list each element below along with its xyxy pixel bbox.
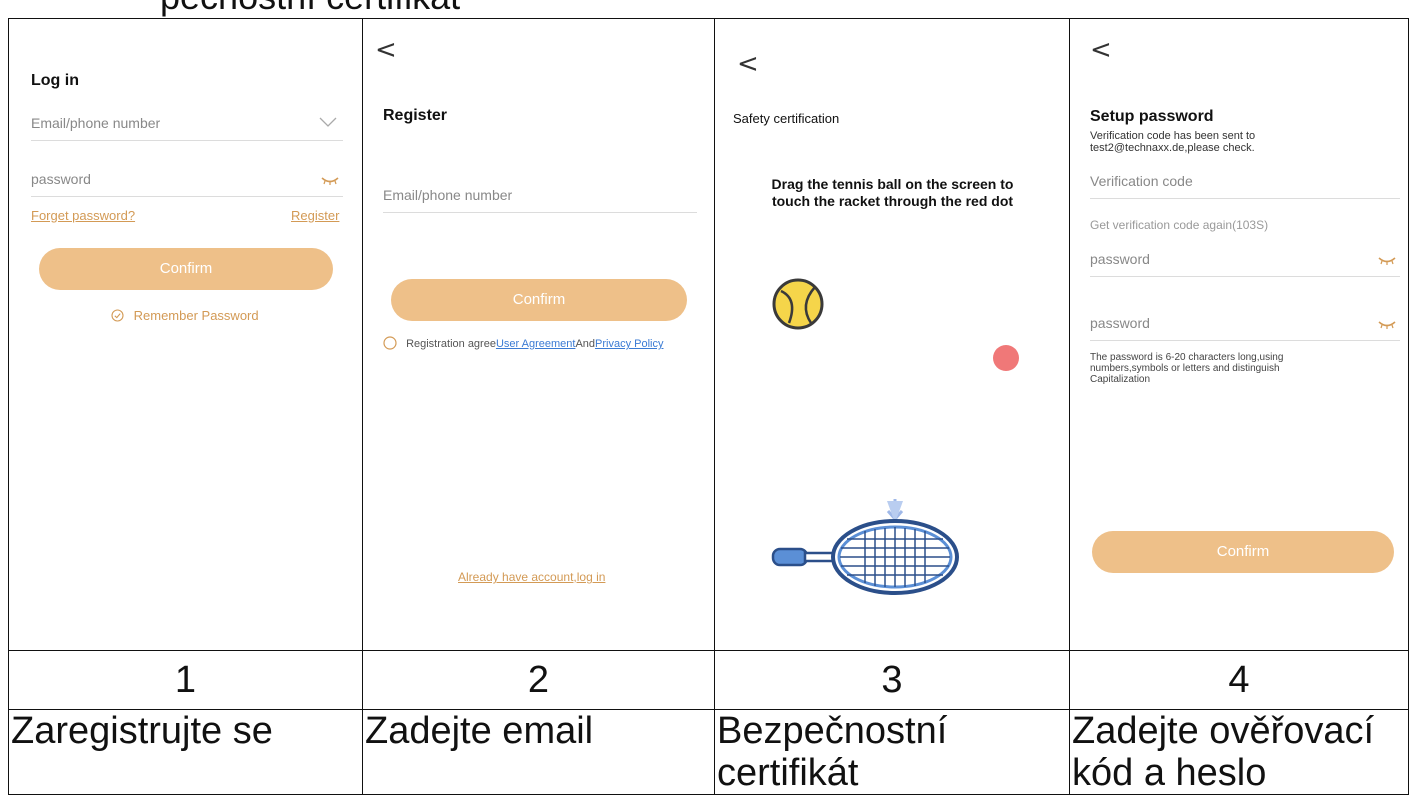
step-caption: Zadejte ověřovací kód a heslo	[1069, 709, 1409, 795]
step-number: 4	[1069, 650, 1409, 710]
code-sent-line: test2@technaxx.de,please check.	[1090, 142, 1255, 154]
instruction-line: touch the racket through the red dot	[771, 193, 1014, 209]
field-underline	[31, 196, 343, 197]
radio-circle-icon[interactable]	[383, 336, 397, 350]
password-hint: The password is 6-20 characters long,usi…	[1090, 352, 1283, 385]
tennis-ball-draggable[interactable]	[771, 277, 825, 336]
password-hint-line: Capitalization	[1090, 374, 1151, 385]
instruction-table: Log in Email/phone number password Forge…	[8, 18, 1409, 795]
resend-code-link[interactable]: Get verification code again(103S)	[1090, 218, 1268, 232]
confirm-button[interactable]: Confirm	[39, 248, 333, 290]
step-number: 2	[362, 650, 715, 710]
confirm-button[interactable]: Confirm	[1092, 531, 1394, 573]
agreement-prefix: Registration agree	[406, 338, 496, 350]
confirm-button[interactable]: Confirm	[391, 279, 687, 321]
field-underline	[31, 140, 343, 141]
red-dot-target	[993, 345, 1019, 371]
back-chevron-icon[interactable]: <	[375, 35, 397, 65]
password-hint-line: numbers,symbols or letters and distingui…	[1090, 363, 1280, 374]
check-circle-icon	[111, 309, 124, 322]
field-underline	[1090, 340, 1400, 341]
code-sent-line: Verification code has been sent to	[1090, 130, 1256, 142]
step-number: 1	[8, 650, 363, 710]
page-top-text-strip: pečnostní certifikát	[0, 0, 1413, 18]
password-hint-line: The password is 6-20 characters long,usi…	[1090, 352, 1284, 363]
privacy-policy-link[interactable]: Privacy Policy	[595, 338, 663, 350]
confirm-password-field[interactable]: password	[1090, 315, 1150, 331]
remember-password-toggle[interactable]: Remember Password	[111, 308, 259, 323]
tennis-ball-icon	[772, 278, 824, 330]
page-title: Safety certification	[733, 111, 840, 126]
step-caption: Bezpečnostní certifikát	[714, 709, 1070, 795]
captcha-instruction: Drag the tennis ball on the screen to to…	[716, 176, 1069, 210]
field-underline	[383, 212, 697, 213]
forget-password-link[interactable]: Forget password?	[31, 208, 135, 223]
password-field[interactable]: password	[31, 171, 91, 187]
number-row: 1 2 3 4	[8, 650, 1409, 710]
eye-closed-icon[interactable]	[1378, 253, 1396, 271]
screenshot-row: Log in Email/phone number password Forge…	[8, 18, 1409, 651]
eye-closed-icon[interactable]	[321, 173, 339, 191]
register-link[interactable]: Register	[291, 208, 339, 223]
caption-row: Zaregistrujte se Zadejte email Bezpečnos…	[8, 709, 1409, 795]
eye-closed-icon[interactable]	[1378, 317, 1396, 335]
screen-setup-password: < Setup password Verification code has b…	[1069, 18, 1409, 651]
agreement-and: And	[575, 338, 596, 350]
field-underline	[1090, 198, 1400, 199]
back-chevron-icon[interactable]: <	[1090, 35, 1112, 65]
back-chevron-icon[interactable]: <	[737, 49, 759, 79]
already-have-account-link[interactable]: Already have account,log in	[458, 570, 605, 584]
page-top-text: pečnostní certifikát	[160, 0, 460, 18]
chevron-down-icon[interactable]	[319, 115, 337, 131]
code-sent-message: Verification code has been sent to test2…	[1090, 130, 1255, 154]
step-caption: Zadejte email	[362, 709, 715, 795]
verification-code-field[interactable]: Verification code	[1090, 173, 1193, 189]
page-title: Setup password	[1090, 108, 1214, 125]
page-title: Register	[383, 107, 448, 124]
screen-login: Log in Email/phone number password Forge…	[8, 18, 363, 651]
field-underline	[1090, 276, 1400, 277]
page-title: Log in	[31, 72, 79, 89]
email-field[interactable]: Email/phone number	[31, 115, 160, 131]
screen-register: < Register Email/phone number Confirm Re…	[362, 18, 715, 651]
agreement-row: Registration agreeUser AgreementAndPriva…	[383, 336, 663, 350]
user-agreement-link[interactable]: User Agreement	[496, 338, 575, 350]
screen-safety-certification: < Safety certification Drag the tennis b…	[714, 18, 1070, 651]
password-field[interactable]: password	[1090, 251, 1150, 267]
email-field[interactable]: Email/phone number	[383, 187, 512, 203]
instruction-line: Drag the tennis ball on the screen to	[771, 176, 1014, 192]
remember-password-label: Remember Password	[133, 308, 259, 323]
tennis-racket-icon	[769, 491, 969, 606]
step-caption: Zaregistrujte se	[8, 709, 363, 795]
step-number: 3	[714, 650, 1070, 710]
